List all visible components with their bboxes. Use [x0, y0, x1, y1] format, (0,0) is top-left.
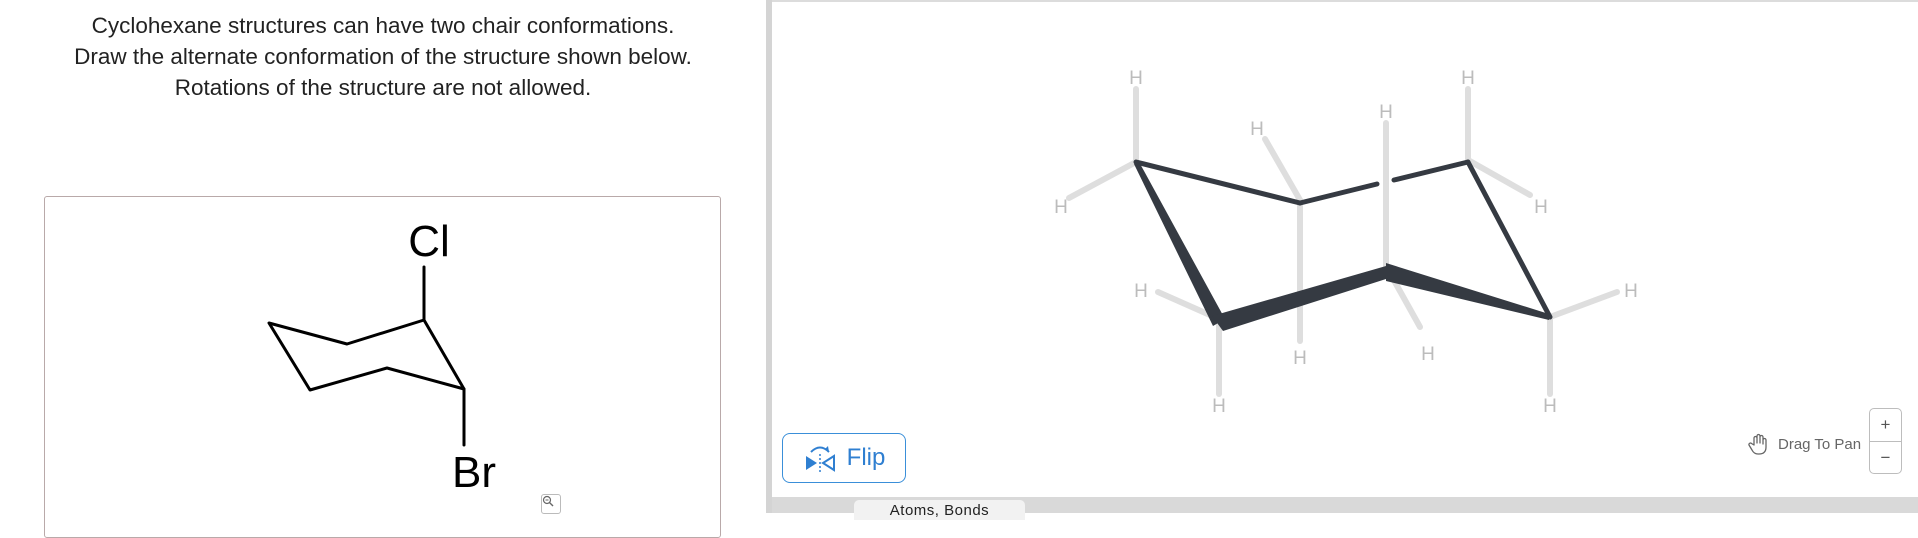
- hand-icon: [1748, 433, 1767, 455]
- h-label: H: [1250, 119, 1264, 140]
- question-line-3: Rotations of the structure are not allow…: [174, 75, 592, 100]
- h-label: H: [1379, 102, 1393, 123]
- question-line-1: Cyclohexane structures can have two chai…: [91, 13, 675, 38]
- h-label: H: [1534, 197, 1548, 218]
- structure-zoom-button[interactable]: [541, 494, 561, 514]
- zoom-controls: + −: [1869, 408, 1902, 474]
- zoom-out-button[interactable]: −: [1870, 442, 1901, 474]
- h-label: H: [1421, 344, 1435, 365]
- h-label: H: [1054, 197, 1068, 218]
- drawing-canvas[interactable]: H H H H H H H H H H H H: [772, 2, 1918, 513]
- h-label: H: [1293, 348, 1307, 369]
- drag-to-pan[interactable]: Drag To Pan: [1748, 430, 1861, 458]
- drag-to-pan-label: Drag To Pan: [1778, 435, 1862, 453]
- hydrogen-bonds: [1066, 86, 1620, 397]
- h-label: H: [1461, 68, 1475, 89]
- flip-button[interactable]: Flip: [782, 433, 906, 483]
- br-atom-label: Br: [452, 448, 496, 497]
- given-structure-box: Cl Br: [44, 196, 721, 538]
- flip-label: Flip: [846, 444, 886, 471]
- given-chair-structure: Cl Br: [267, 217, 496, 497]
- chair-ring-bonds: [267, 318, 466, 392]
- toolbar-tab-atoms-bonds[interactable]: Atoms, Bonds: [854, 500, 1025, 520]
- question-line-2: Draw the alternate conformation of the s…: [74, 44, 692, 69]
- question-text: Cyclohexane structures can have two chai…: [20, 10, 746, 103]
- h-label: H: [1212, 396, 1226, 417]
- flip-icon: [805, 446, 835, 472]
- chair-template: H H H H H H H H H H H H: [1054, 68, 1638, 417]
- h-label: H: [1624, 281, 1638, 302]
- h-label: H: [1129, 68, 1143, 89]
- h-label: H: [1134, 281, 1148, 302]
- question-panel: Cyclohexane structures can have two chai…: [0, 0, 766, 538]
- magnifier-icon: [542, 495, 554, 507]
- ring-wedge-bonds: [1134, 160, 1549, 331]
- zoom-in-button[interactable]: +: [1870, 409, 1901, 441]
- h-label: H: [1543, 396, 1557, 417]
- cl-atom-label: Cl: [408, 217, 450, 266]
